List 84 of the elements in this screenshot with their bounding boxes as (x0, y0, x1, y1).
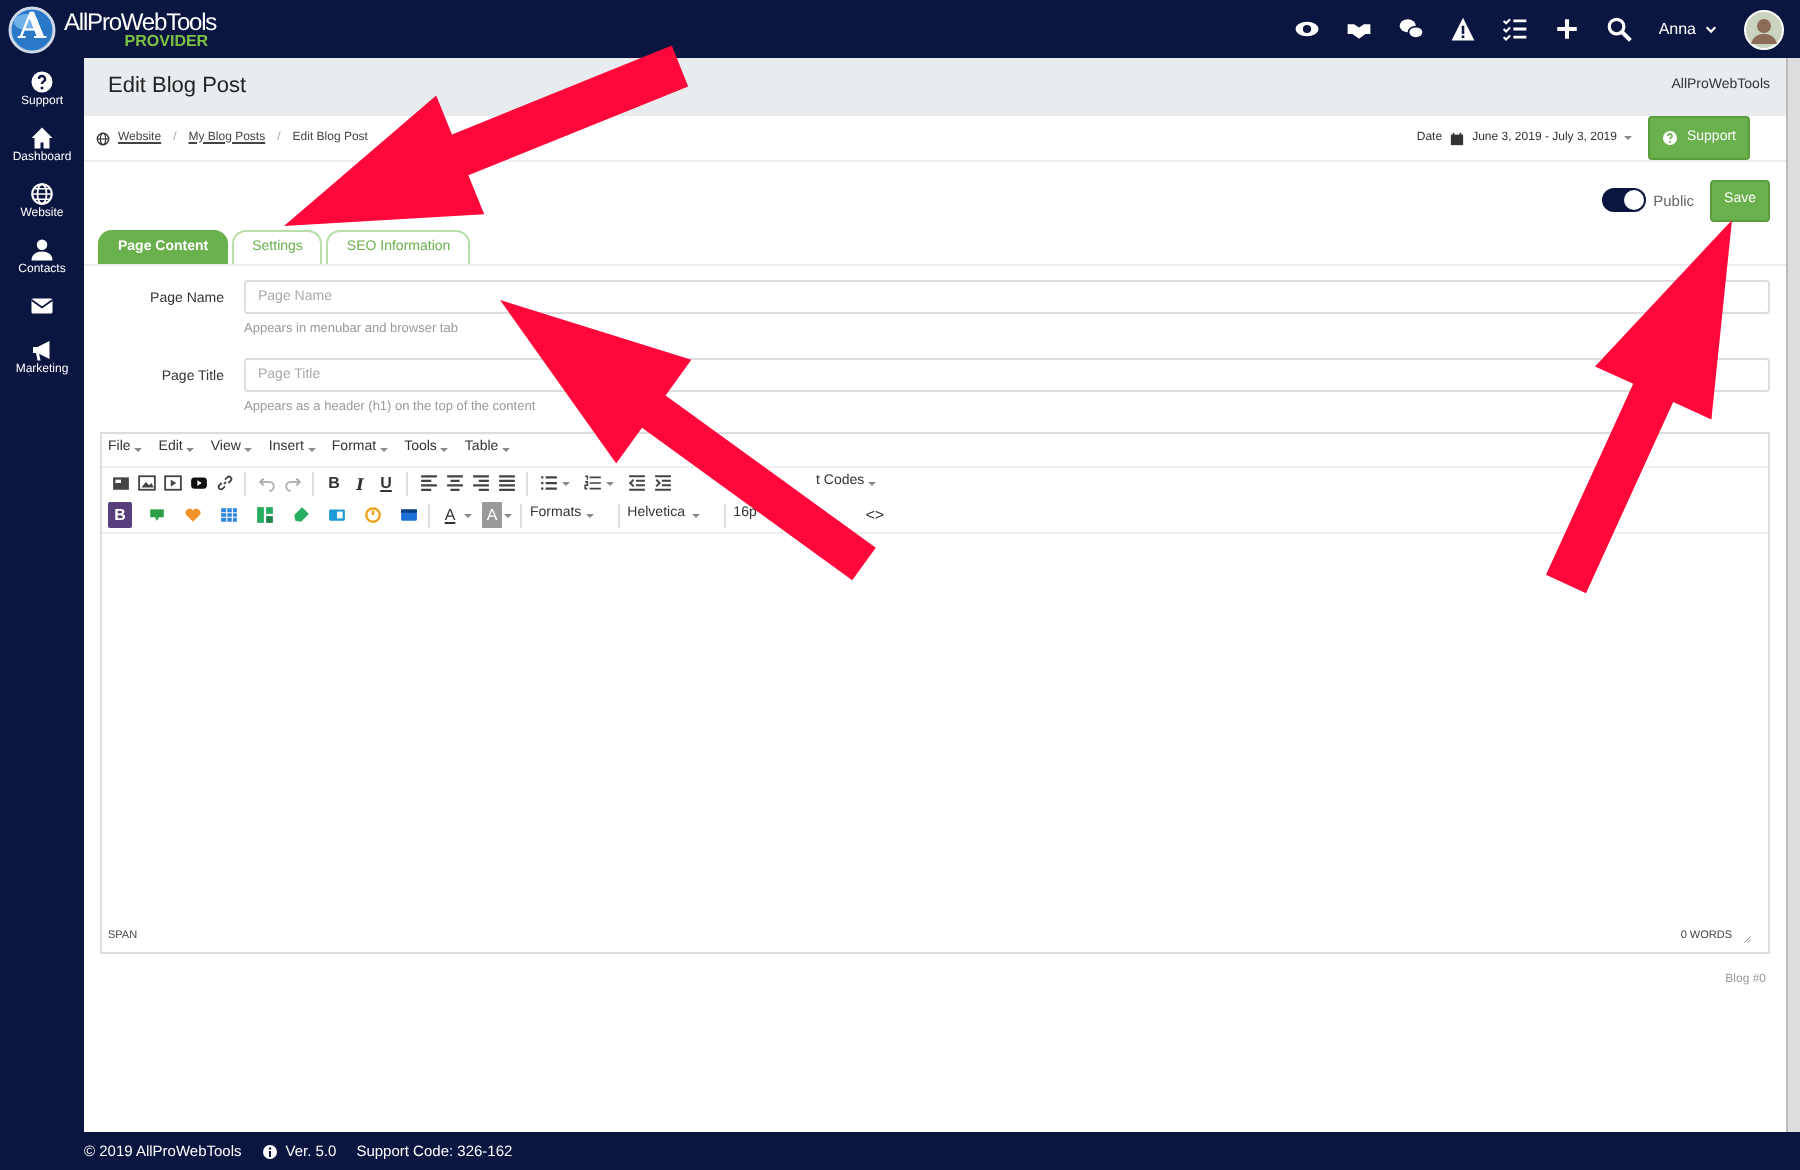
info-icon (261, 1143, 278, 1159)
media-button[interactable] (160, 470, 184, 496)
template-icon (111, 474, 129, 492)
public-toggle[interactable] (1601, 188, 1646, 213)
panel-icon (147, 506, 165, 524)
window-icon (399, 506, 417, 524)
checklist-icon[interactable] (1502, 16, 1529, 42)
search-icon[interactable] (1606, 16, 1633, 42)
brand-name: AllProWebTools (64, 9, 217, 33)
caret-icon (691, 513, 700, 517)
grid-icon (255, 506, 273, 524)
caret-icon (307, 447, 316, 451)
image-icon (137, 474, 155, 492)
caret-icon (134, 447, 143, 451)
person-icon (30, 238, 54, 262)
link-button[interactable] (212, 470, 236, 496)
justify-icon (497, 474, 515, 492)
megaphone-icon (30, 338, 54, 362)
add-icon[interactable] (1554, 16, 1581, 42)
clock-icon (363, 506, 381, 524)
caret-icon (502, 447, 511, 451)
view-icon[interactable] (1294, 16, 1321, 42)
justify-button[interactable] (494, 470, 518, 496)
caret-icon (440, 447, 449, 451)
caret-icon (186, 447, 195, 451)
caret-icon (380, 447, 389, 451)
scrollbar[interactable] (1786, 58, 1800, 1132)
tag-icon (291, 506, 309, 524)
bullet-list-button[interactable] (536, 470, 560, 496)
tag-button[interactable] (288, 502, 312, 528)
table-button[interactable] (216, 502, 240, 528)
undo-icon (257, 474, 275, 492)
logo-icon (8, 5, 56, 53)
align-left-button[interactable] (416, 470, 440, 496)
italic-button[interactable]: I (348, 470, 372, 496)
indent-button[interactable] (650, 470, 674, 496)
warning-icon[interactable] (1450, 16, 1477, 42)
outdent-icon (627, 474, 645, 492)
help-icon (1662, 130, 1679, 146)
caret-icon (504, 513, 512, 517)
table-icon (219, 506, 237, 524)
caret-icon (868, 481, 877, 485)
align-right-button[interactable] (468, 470, 492, 496)
numbered-list-icon (583, 474, 601, 492)
caret-icon (606, 481, 614, 485)
caret-icon (1624, 136, 1633, 140)
caret-icon (562, 481, 570, 485)
globe-icon (29, 182, 54, 206)
align-right-icon (471, 474, 489, 492)
envelope-icon (30, 294, 54, 318)
logo-letter: A (18, 7, 46, 47)
image-button[interactable] (134, 470, 158, 496)
caret-icon (585, 513, 594, 517)
help-icon (29, 70, 54, 94)
bootstrap-button[interactable]: B (108, 502, 132, 528)
heart-icon (183, 506, 201, 524)
user-menu[interactable]: Anna (1658, 17, 1718, 41)
redo-icon (283, 474, 301, 492)
chat-icon[interactable] (1398, 16, 1425, 42)
avatar[interactable] (1744, 9, 1784, 49)
bold-button[interactable]: B (322, 470, 346, 496)
globe-icon (96, 131, 110, 145)
video-icon (189, 474, 207, 492)
font-color-button[interactable]: A (438, 502, 462, 528)
grid-button[interactable] (252, 502, 276, 528)
card-icon (327, 506, 345, 524)
align-center-button[interactable] (442, 470, 466, 496)
resize-handle-icon[interactable] (1740, 931, 1752, 943)
media-icon (163, 474, 181, 492)
home-icon (29, 126, 54, 150)
caret-icon (464, 513, 472, 517)
link-icon (215, 474, 233, 492)
bullet-list-icon (539, 474, 557, 492)
source-code-button[interactable]: <> (862, 502, 887, 528)
underline-button[interactable]: U (374, 470, 398, 496)
page-title: Edit Blog Post (108, 72, 247, 103)
outdent-button[interactable] (624, 470, 648, 496)
calendar-icon (1450, 131, 1465, 145)
brand-tagline: PROVIDER (124, 33, 209, 49)
align-left-icon (419, 474, 437, 492)
align-center-icon (445, 474, 463, 492)
indent-icon (653, 474, 671, 492)
caret-icon (244, 447, 253, 451)
chevron-down-icon (1704, 22, 1718, 36)
